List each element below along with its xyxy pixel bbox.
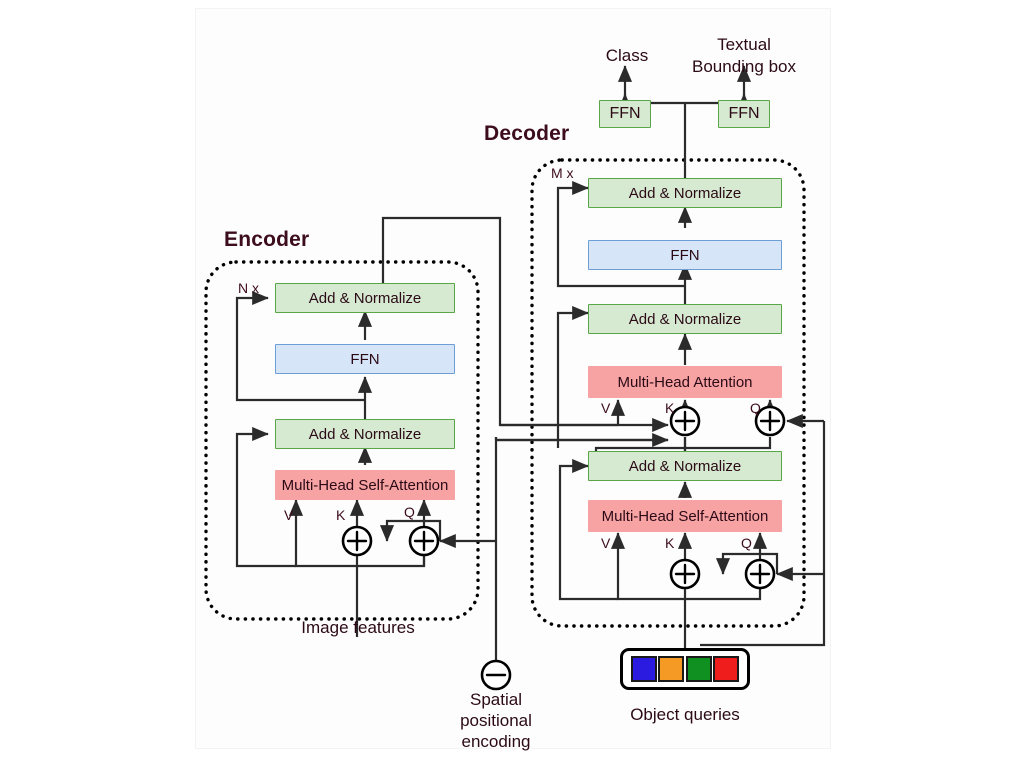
decoder-self-k-label: K bbox=[665, 535, 675, 551]
object-query-swatch-1 bbox=[631, 656, 657, 682]
encoder-add-norm-bottom[interactable]: Add & Normalize bbox=[275, 419, 455, 449]
decoder-self-q-label: Q bbox=[741, 535, 752, 551]
object-query-swatch-4 bbox=[712, 656, 739, 682]
spatial-positional-encoding-symbol bbox=[480, 659, 512, 691]
encoder-ffn[interactable]: FFN bbox=[275, 344, 455, 374]
decoder-self-v-label: V bbox=[601, 535, 611, 551]
encoder-v-label: V bbox=[284, 507, 294, 523]
object-query-swatch-3 bbox=[685, 656, 712, 682]
class-output-label: Class bbox=[605, 46, 649, 65]
decoder-cross-q-label: Q bbox=[750, 400, 761, 416]
decoder-multi-head-attention[interactable]: Multi-Head Attention bbox=[588, 366, 782, 398]
diagram-canvas: Encoder Decoder N x M x Class Textual Bo… bbox=[0, 0, 1024, 766]
encoder-k-label: K bbox=[336, 507, 346, 523]
decoder-add-norm-mid[interactable]: Add & Normalize bbox=[588, 304, 782, 334]
object-query-swatch-2 bbox=[658, 656, 685, 682]
decoder-cross-k-label: K bbox=[665, 400, 675, 416]
spatial-encoding-label-line1: Spatial bbox=[470, 690, 522, 709]
spatial-encoding-label-line3: encoding bbox=[461, 732, 531, 751]
connector-wires bbox=[204, 65, 826, 691]
class-ffn-box[interactable]: FFN bbox=[599, 100, 651, 128]
encoder-multi-head-self-attention[interactable]: Multi-Head Self-Attention bbox=[275, 470, 455, 500]
decoder-ffn[interactable]: FFN bbox=[588, 240, 782, 270]
encoder-title: Encoder bbox=[224, 228, 310, 251]
bbox-output-label-line2: Bounding box bbox=[692, 57, 796, 76]
decoder-title: Decoder bbox=[484, 122, 570, 145]
bbox-output-label-line1: Textual bbox=[717, 35, 771, 54]
object-queries-label: Object queries bbox=[630, 705, 740, 724]
decoder-multi-head-self-attention[interactable]: Multi-Head Self-Attention bbox=[588, 500, 782, 532]
decoder-add-norm-top[interactable]: Add & Normalize bbox=[588, 178, 782, 208]
decoder-cross-v-label: V bbox=[601, 400, 611, 416]
bbox-ffn-box[interactable]: FFN bbox=[718, 100, 770, 128]
decoder-add-norm-bottom[interactable]: Add & Normalize bbox=[588, 451, 782, 481]
spatial-encoding-label-line2: positional bbox=[460, 711, 532, 730]
encoder-repeat-label: N x bbox=[238, 280, 259, 296]
encoder-add-norm-top[interactable]: Add & Normalize bbox=[275, 283, 455, 313]
decoder-repeat-label: M x bbox=[551, 165, 574, 181]
encoder-q-label: Q bbox=[404, 504, 415, 520]
image-features-label: Image features bbox=[301, 618, 415, 637]
object-queries-box[interactable] bbox=[620, 648, 750, 690]
